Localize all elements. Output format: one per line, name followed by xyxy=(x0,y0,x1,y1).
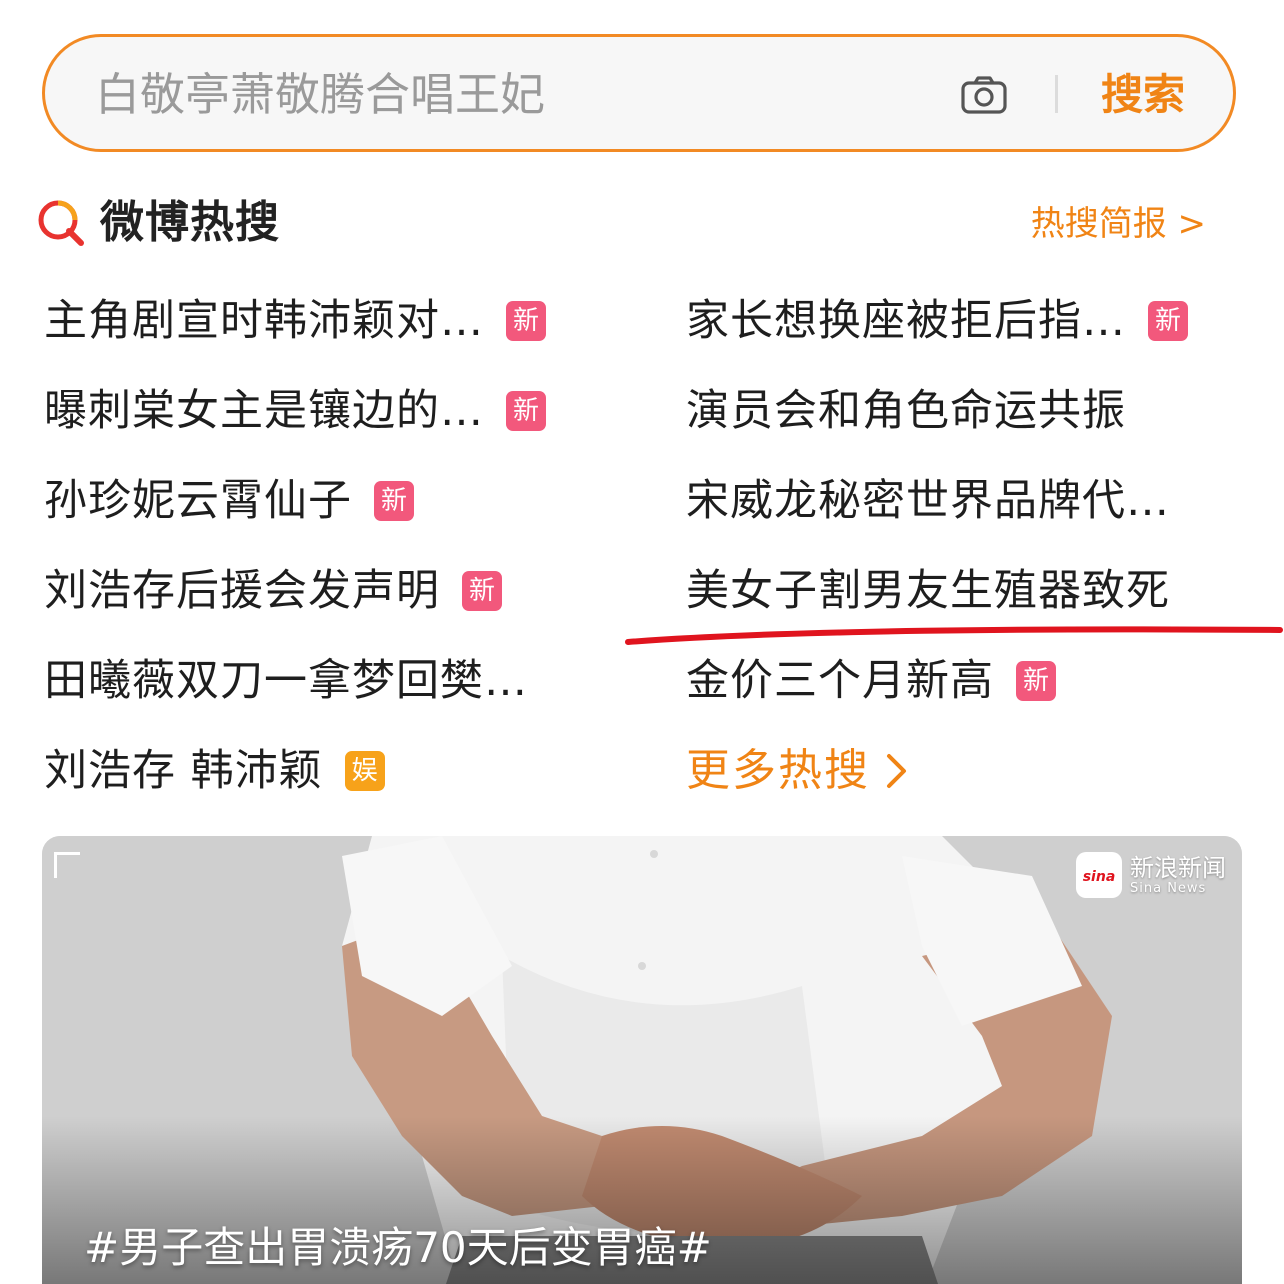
trend-item[interactable]: 孙珍妮云霄仙子 新 xyxy=(44,470,604,532)
sina-logo-en: Sina News xyxy=(1130,881,1207,896)
trend-item[interactable]: 演员会和角色命运共振 xyxy=(686,380,1246,442)
expand-corner-icon[interactable] xyxy=(54,852,80,878)
entertainment-badge: 娱 xyxy=(344,751,385,791)
search-input[interactable] xyxy=(95,63,915,125)
trend-text: 宋威龙秘密世界品牌代… xyxy=(686,476,1170,526)
search-bar[interactable]: 搜索 xyxy=(42,34,1236,152)
sina-mark-text: sina xyxy=(1083,869,1116,885)
more-hot-search-link[interactable]: 更多热搜 xyxy=(686,740,910,802)
hot-search-title: 微博热搜 xyxy=(100,197,280,248)
news-caption[interactable]: #男子查出胃溃疡70天后变胃癌# xyxy=(84,1218,712,1278)
trend-item[interactable]: 田曦薇双刀一拿梦回樊… xyxy=(44,650,604,712)
sina-logo-texts: 新浪新闻 Sina News xyxy=(1130,854,1226,896)
hot-search-logo-icon xyxy=(38,200,84,246)
trend-text: 主角剧宣时韩沛颖对… xyxy=(44,296,484,346)
trend-item[interactable]: 美女子割男友生殖器致死 xyxy=(686,560,1246,622)
search-button[interactable]: 搜索 xyxy=(1101,67,1185,123)
trend-text: 家长想换座被拒后指… xyxy=(686,296,1126,346)
new-badge: 新 xyxy=(462,571,502,611)
trend-text: 金价三个月新高 xyxy=(686,656,994,706)
new-badge: 新 xyxy=(1016,661,1056,701)
camera-icon[interactable] xyxy=(960,75,1008,115)
trend-item[interactable]: 金价三个月新高 新 xyxy=(686,650,1246,712)
trend-item[interactable]: 刘浩存 韩沛颖 娱 xyxy=(44,740,604,802)
hot-brief-link[interactable]: 热搜简报 > xyxy=(1031,202,1206,246)
new-badge: 新 xyxy=(374,481,414,521)
red-underline-annotation xyxy=(625,626,1283,645)
more-hot-search-label: 更多热搜 xyxy=(686,745,870,796)
trend-text: 田曦薇双刀一拿梦回樊… xyxy=(44,656,528,706)
new-badge: 新 xyxy=(506,301,546,341)
trend-text: 演员会和角色命运共振 xyxy=(686,386,1126,436)
trend-text: 刘浩存 韩沛颖 xyxy=(44,746,323,796)
weibo-search-page: 搜索 微博热搜 热搜简报 > 主角剧宣时韩沛颖对… 新 曝刺棠女主是镶边的… 新… xyxy=(0,0,1284,1284)
sina-eye-icon: sina xyxy=(1083,869,1116,885)
trend-item[interactable]: 曝刺棠女主是镶边的… 新 xyxy=(44,380,604,442)
trend-item[interactable]: 宋威龙秘密世界品牌代… xyxy=(686,470,1226,532)
trend-text: 美女子割男友生殖器致死 xyxy=(686,566,1170,616)
hot-search-header: 微博热搜 热搜简报 > xyxy=(36,190,1236,260)
news-card[interactable]: sina 新浪新闻 Sina News #男子查出胃溃疡70天后变胃癌# xyxy=(42,836,1242,1284)
chevron-right-icon xyxy=(887,754,906,788)
trend-item[interactable]: 主角剧宣时韩沛颖对… 新 xyxy=(44,290,604,352)
trend-text: 刘浩存后援会发声明 xyxy=(44,566,440,616)
sina-logo-cn: 新浪新闻 xyxy=(1130,854,1226,882)
sina-news-logo: sina 新浪新闻 Sina News xyxy=(1076,852,1226,898)
sina-logo-icon: sina xyxy=(1076,852,1122,898)
new-badge: 新 xyxy=(1148,301,1188,341)
trend-text: 曝刺棠女主是镶边的… xyxy=(44,386,484,436)
search-divider xyxy=(1055,75,1058,113)
trend-text: 孙珍妮云霄仙子 xyxy=(44,476,352,526)
trend-item[interactable]: 刘浩存后援会发声明 新 xyxy=(44,560,604,622)
trend-item[interactable]: 家长想换座被拒后指… 新 xyxy=(686,290,1246,352)
new-badge: 新 xyxy=(506,391,546,431)
